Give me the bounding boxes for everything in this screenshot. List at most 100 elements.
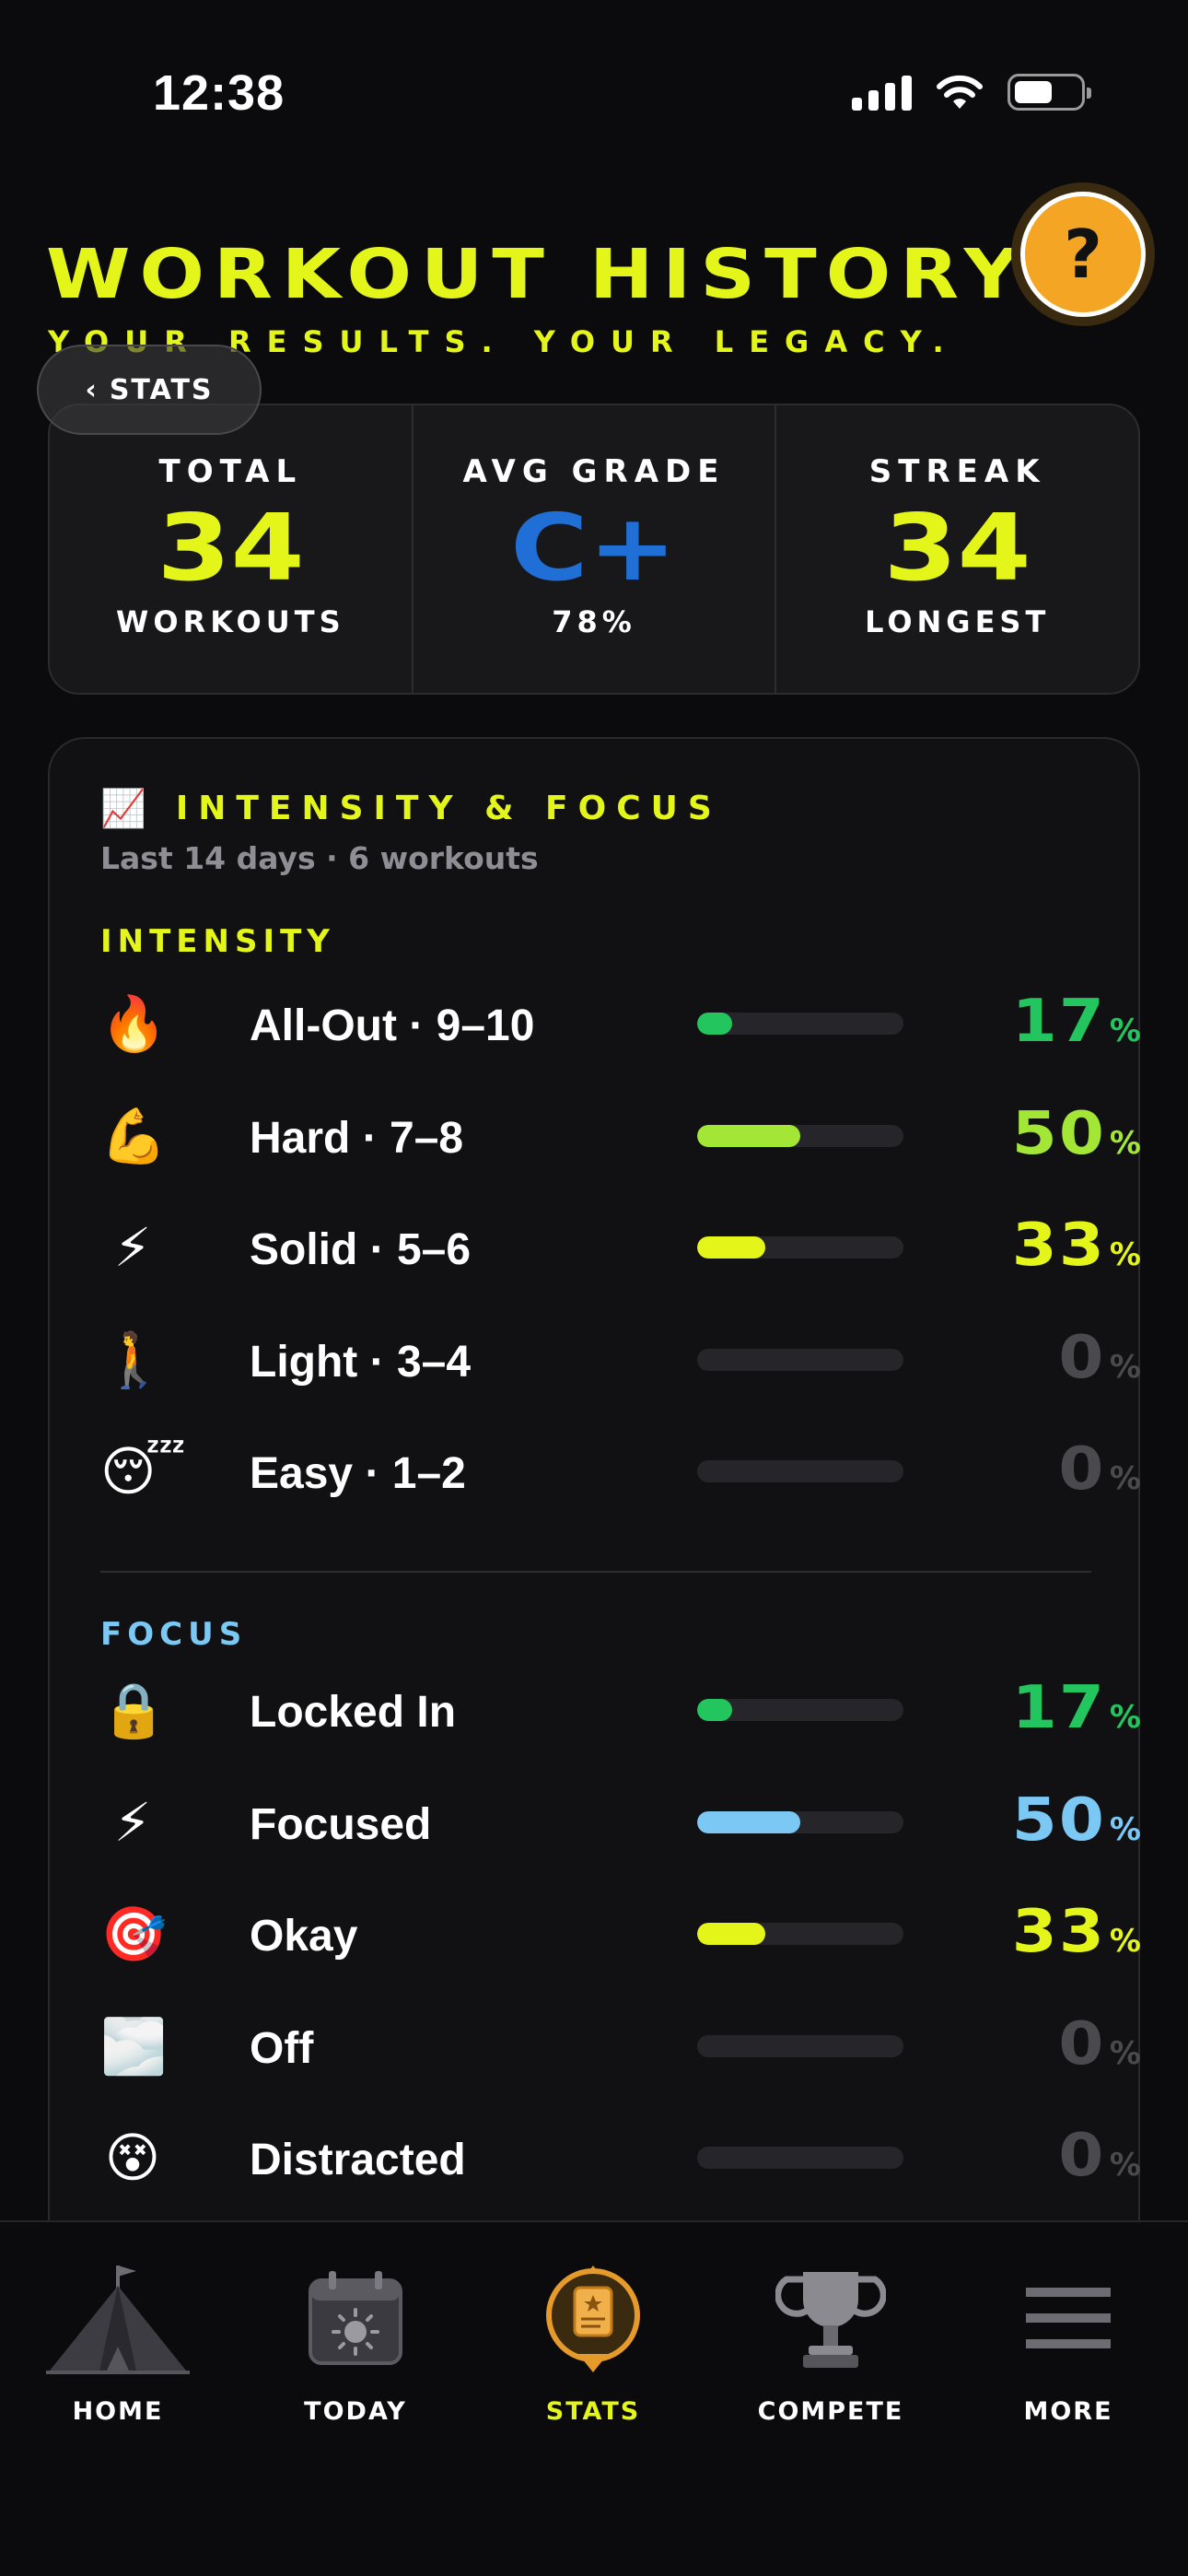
stats-summary-card: TOTAL 34 WORKOUTS AVG GRADE C+ 78% STREA…	[48, 404, 1140, 695]
metric-progress-fill	[697, 1810, 800, 1833]
nav-label: TODAY	[304, 2397, 407, 2426]
metric-percent-unit: %	[1109, 1013, 1141, 1049]
metric-progress-bar	[697, 1348, 903, 1371]
stat-label: TOTAL	[158, 453, 303, 490]
focus-row: ⚡ Focused 50%	[100, 1786, 1141, 1860]
cellular-signal-icon	[852, 74, 912, 111]
metric-percent-value: 0	[1058, 1435, 1106, 1504]
card-title: INTENSITY & FOCUS	[175, 790, 722, 827]
metric-label: Light · 3–4	[250, 1337, 472, 1387]
nav-home[interactable]: HOME	[26, 2254, 210, 2426]
metric-percent-unit: %	[1109, 2034, 1141, 2072]
metric-progress-bar	[697, 1460, 903, 1482]
metric-percent-unit: %	[1109, 1348, 1141, 1386]
back-to-stats-button[interactable]: ‹ STATS	[37, 345, 262, 435]
metric-progress-bar	[697, 1013, 903, 1035]
stat-total: TOTAL 34 WORKOUTS	[50, 405, 412, 693]
metric-emoji-icon: 🌫️	[100, 2014, 168, 2078]
metric-emoji-icon: 🎯	[100, 1903, 168, 1965]
metric-percent-unit: %	[1109, 1923, 1141, 1960]
metric-percent-unit: %	[1109, 1810, 1141, 1848]
metric-label: Distracted	[250, 2136, 466, 2184]
focus-section-label: FOCUS	[100, 1616, 248, 1653]
metric-progress-bar	[697, 1124, 903, 1147]
metric-percent: 50%	[1012, 1786, 1141, 1855]
metric-emoji-icon: 😵	[104, 2126, 161, 2189]
metric-percent-value: 17	[1011, 1674, 1106, 1742]
status-time: 12:38	[153, 65, 285, 121]
focus-row: 😵 Distracted 0%	[100, 2122, 1141, 2195]
metric-progress-fill	[697, 1923, 765, 1945]
nav-label: HOME	[72, 2397, 164, 2426]
metric-progress-fill	[697, 1013, 733, 1035]
intensity-row: ⚡ Solid · 5–6 33%	[100, 1212, 1141, 1285]
metric-progress-bar	[697, 1236, 903, 1259]
intensity-section-label: INTENSITY	[100, 923, 335, 960]
metric-progress-bar	[697, 2034, 903, 2057]
help-button[interactable]: ?	[1011, 182, 1155, 326]
metric-percent-value: 0	[1058, 2122, 1106, 2190]
status-icons	[852, 74, 1091, 111]
wifi-icon	[937, 75, 983, 109]
metric-emoji-icon: 😴	[100, 1440, 187, 1503]
metric-label: All-Out · 9–10	[250, 1001, 535, 1050]
metric-emoji-icon: 🔥	[100, 992, 168, 1055]
metric-percent-value: 50	[1011, 1099, 1106, 1168]
metric-emoji-icon: 🔒	[100, 1679, 168, 1741]
stat-label: AVG GRADE	[462, 453, 726, 490]
metric-percent: 0%	[1059, 1324, 1141, 1392]
metric-emoji-icon: ⚡	[113, 1216, 152, 1279]
metric-progress-bar	[697, 1699, 903, 1721]
calendar-sun-icon	[282, 2254, 429, 2383]
nav-stats[interactable]: STATS	[501, 2254, 685, 2426]
metric-percent: 0%	[1059, 2122, 1141, 2190]
intensity-row: 🚶 Light · 3–4 0%	[100, 1324, 1141, 1398]
metric-label: Okay	[250, 1912, 358, 1961]
bottom-nav: HOME TODAY STATS COMPETE MORE	[0, 2220, 1188, 2576]
metric-percent-value: 0	[1058, 2009, 1106, 2078]
metric-percent-value: 33	[1011, 1212, 1106, 1280]
focus-row: 🌫️ Off 0%	[100, 2010, 1141, 2084]
metric-percent-unit: %	[1109, 1460, 1141, 1497]
metric-label: Solid · 5–6	[250, 1225, 472, 1274]
metric-progress-fill	[697, 1699, 733, 1721]
section-divider	[100, 1571, 1091, 1573]
metric-progress-bar	[697, 1923, 903, 1945]
metric-progress-fill	[697, 1236, 765, 1259]
metric-percent: 0%	[1059, 2010, 1141, 2078]
chart-increasing-icon: 📈	[100, 788, 146, 830]
stat-streak: STREAK 34 LONGEST	[775, 405, 1138, 693]
intensity-row: 😴 Easy · 1–2 0%	[100, 1435, 1141, 1509]
metric-label: Hard · 7–8	[250, 1113, 464, 1163]
stat-caption: 78%	[552, 604, 636, 639]
metric-percent: 33%	[1012, 1898, 1141, 1966]
stat-caption: WORKOUTS	[116, 604, 345, 639]
page-title: WORKOUT HISTORY	[46, 235, 1029, 314]
intensity-focus-card: 📈 INTENSITY & FOCUS Last 14 days · 6 wor…	[48, 737, 1141, 2230]
metric-percent-value: 0	[1058, 1323, 1106, 1392]
status-bar: 12:38	[0, 0, 1188, 147]
nav-compete[interactable]: COMPETE	[739, 2254, 923, 2426]
metric-emoji-icon: ⚡	[113, 1790, 152, 1854]
question-mark-icon: ?	[1020, 192, 1146, 317]
nav-more[interactable]: MORE	[976, 2254, 1160, 2426]
metric-percent-unit: %	[1109, 1236, 1141, 1273]
metric-percent-unit: %	[1109, 1699, 1141, 1736]
stat-label: STREAK	[868, 453, 1046, 490]
metric-percent: 50%	[1012, 1100, 1141, 1168]
metric-progress-bar	[697, 1810, 903, 1833]
nav-today[interactable]: TODAY	[263, 2254, 448, 2426]
focus-row: 🎯 Okay 33%	[100, 1898, 1141, 1972]
metric-percent: 0%	[1059, 1435, 1141, 1504]
stat-value: 34	[883, 494, 1031, 602]
nav-label: MORE	[1023, 2397, 1113, 2426]
metric-percent-unit: %	[1109, 1124, 1141, 1162]
stat-value: 34	[157, 494, 305, 602]
metric-percent-value: 17	[1011, 988, 1106, 1056]
stat-caption: LONGEST	[865, 604, 1051, 639]
metric-percent-unit: %	[1109, 2147, 1141, 2184]
card-subtitle: Last 14 days · 6 workouts	[100, 840, 539, 876]
metric-label: Locked In	[250, 1688, 457, 1737]
focus-row: 🔒 Locked In 17%	[100, 1674, 1141, 1748]
metric-label: Focused	[250, 1799, 432, 1849]
